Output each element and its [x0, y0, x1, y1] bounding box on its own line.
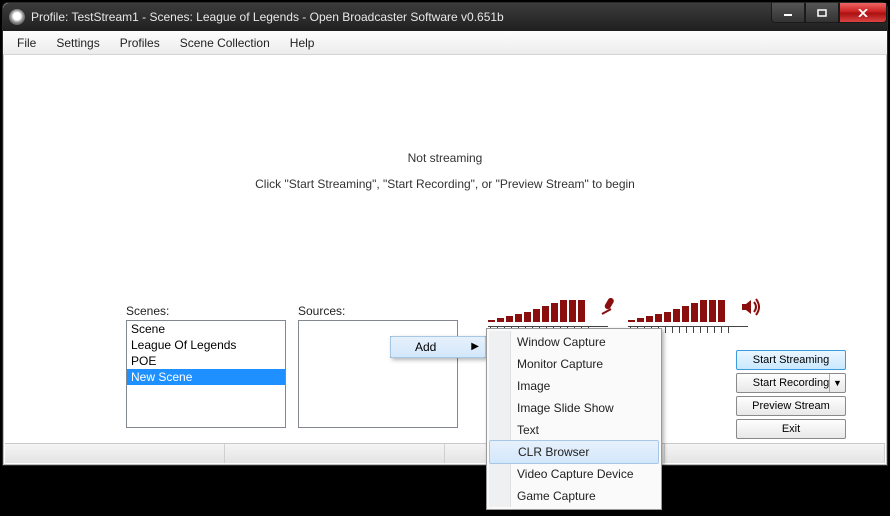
scene-item[interactable]: League Of Legends — [127, 337, 285, 353]
menubar: File Settings Profiles Scene Collection … — [3, 31, 887, 55]
menu-scene-collection[interactable]: Scene Collection — [170, 32, 280, 54]
start-recording-button[interactable]: Start Recording ▼ — [736, 373, 846, 393]
menu-file[interactable]: File — [7, 32, 46, 54]
context-source-item[interactable]: CLR Browser — [489, 440, 659, 464]
scene-item[interactable]: POE — [127, 353, 285, 369]
exit-button[interactable]: Exit — [736, 419, 846, 439]
window-title: Profile: TestStream1 - Scenes: League of… — [31, 10, 504, 24]
menu-profiles[interactable]: Profiles — [110, 32, 170, 54]
status-hint: Click "Start Streaming", "Start Recordin… — [4, 177, 886, 191]
minimize-icon — [783, 9, 793, 17]
speaker-icon[interactable] — [742, 298, 762, 321]
titlebar: Profile: TestStream1 - Scenes: League of… — [3, 3, 887, 31]
context-source-item[interactable]: Video Capture Device — [489, 463, 659, 485]
window-controls — [771, 3, 887, 23]
context-source-item[interactable]: Window Capture — [489, 331, 659, 353]
microphone-icon[interactable] — [600, 298, 618, 323]
submenu-arrow-icon: ▶ — [471, 341, 479, 352]
status-text: Not streaming — [4, 151, 886, 165]
context-add-label: Add — [415, 340, 436, 354]
sources-label: Sources: — [298, 304, 458, 318]
obs-icon — [9, 9, 25, 25]
exit-label: Exit — [782, 423, 800, 435]
maximize-icon — [817, 9, 827, 17]
obs-window: Profile: TestStream1 - Scenes: League of… — [2, 2, 888, 466]
context-item-add[interactable]: Add ▶ — [390, 336, 486, 358]
scene-item[interactable]: Scene — [127, 321, 285, 337]
mic-meter — [488, 300, 585, 322]
context-submenu-sources: Window CaptureMonitor CaptureImageImage … — [486, 328, 662, 510]
start-streaming-button[interactable]: Start Streaming — [736, 350, 846, 370]
scene-item[interactable]: New Scene — [127, 369, 285, 385]
scenes-listbox[interactable]: SceneLeague Of LegendsPOENew Scene — [126, 320, 286, 428]
start-streaming-label: Start Streaming — [753, 354, 829, 366]
scenes-column: Scenes: SceneLeague Of LegendsPOENew Sce… — [126, 304, 286, 436]
close-icon — [858, 9, 868, 17]
menu-settings[interactable]: Settings — [46, 32, 109, 54]
context-source-item[interactable]: Monitor Capture — [489, 353, 659, 375]
context-menu-add: Add ▶ — [390, 336, 486, 358]
status-cell — [225, 444, 445, 463]
client-area: Not streaming Click "Start Streaming", "… — [3, 55, 887, 465]
statusbar — [5, 443, 885, 463]
control-buttons: Start Streaming Start Recording ▼ Previe… — [736, 350, 846, 439]
speaker-meter — [628, 300, 725, 322]
status-area: Not streaming Click "Start Streaming", "… — [4, 151, 886, 191]
start-recording-label: Start Recording — [753, 377, 829, 389]
context-source-item[interactable]: Game Capture — [489, 485, 659, 507]
minimize-button[interactable] — [771, 3, 805, 23]
status-cell — [665, 444, 885, 463]
close-button[interactable] — [839, 3, 887, 23]
menu-help[interactable]: Help — [280, 32, 325, 54]
record-dropdown-icon[interactable]: ▼ — [829, 374, 845, 392]
sources-column: Sources: — [298, 304, 458, 436]
preview-stream-label: Preview Stream — [752, 400, 830, 412]
context-source-item[interactable]: Image Slide Show — [489, 397, 659, 419]
status-cell — [5, 444, 225, 463]
context-source-item[interactable]: Image — [489, 375, 659, 397]
scenes-label: Scenes: — [126, 304, 286, 318]
preview-stream-button[interactable]: Preview Stream — [736, 396, 846, 416]
context-source-item[interactable]: Text — [489, 419, 659, 441]
maximize-button[interactable] — [805, 3, 839, 23]
